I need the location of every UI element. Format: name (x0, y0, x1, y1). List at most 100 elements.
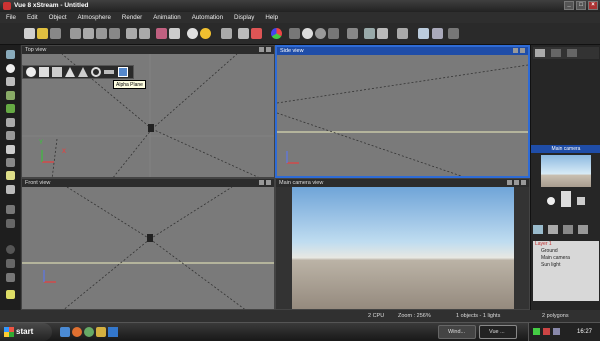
menu-animation[interactable]: Animation (153, 14, 181, 21)
camera-settings-icon[interactable] (514, 180, 519, 185)
layer-item[interactable]: Ground (533, 248, 599, 255)
paste-icon[interactable] (96, 28, 107, 39)
ecosystem-icon[interactable] (6, 205, 15, 214)
volume-icon[interactable] (553, 328, 560, 335)
plane-primitive-icon[interactable] (104, 70, 114, 74)
cube-primitive-icon[interactable] (39, 67, 49, 77)
render-preview-icon[interactable] (507, 180, 512, 185)
new-scene-icon[interactable] (24, 28, 35, 39)
viewport-menu-icon[interactable] (259, 180, 264, 185)
menu-edit[interactable]: Edit (27, 14, 38, 21)
align-icon[interactable] (328, 28, 339, 39)
folder-icon[interactable] (96, 327, 106, 337)
minimize-button[interactable]: _ (564, 1, 574, 10)
cut-icon[interactable] (70, 28, 81, 39)
sphere-icon[interactable] (302, 28, 313, 39)
water-icon[interactable] (6, 145, 15, 154)
undo-icon[interactable] (126, 28, 137, 39)
import-icon[interactable] (6, 273, 15, 282)
copy-icon[interactable] (83, 28, 94, 39)
cylinder-tool-icon[interactable] (6, 77, 15, 86)
layers-icon[interactable] (533, 225, 543, 234)
task-button-wind[interactable]: Wind... (438, 325, 476, 339)
media-icon[interactable] (84, 327, 94, 337)
sun-tool-icon[interactable] (6, 290, 15, 299)
tree-icon[interactable] (6, 104, 15, 113)
start-button[interactable]: start (0, 323, 52, 341)
hypertexture-icon[interactable] (6, 259, 15, 268)
zoom-icon[interactable] (577, 197, 585, 205)
magic-wand-icon[interactable] (238, 28, 249, 39)
delete-icon[interactable] (109, 28, 120, 39)
viewport-menu-icon[interactable] (513, 48, 518, 53)
select-icon[interactable] (6, 50, 15, 59)
camera-list-icon[interactable] (548, 225, 558, 234)
side-viewport[interactable]: Side view (275, 45, 530, 178)
cone-primitive-icon[interactable] (78, 67, 88, 77)
menu-file[interactable]: File (6, 14, 16, 21)
open-scene-icon[interactable] (37, 28, 48, 39)
terrain-icon[interactable] (397, 28, 408, 39)
terrain-tool-icon[interactable] (6, 118, 15, 127)
network-icon[interactable] (533, 328, 540, 335)
browser-icon[interactable] (72, 327, 82, 337)
torus-primitive-icon[interactable] (91, 67, 101, 77)
primitives-icon[interactable] (6, 64, 15, 73)
redo-icon[interactable] (139, 28, 150, 39)
preview-icon[interactable] (418, 28, 429, 39)
show-desktop-icon[interactable] (60, 327, 70, 337)
close-button[interactable]: × (588, 1, 598, 10)
menu-render[interactable]: Render (122, 14, 142, 21)
materials-tab[interactable] (551, 49, 561, 57)
camera-viewport[interactable]: Main camera view (275, 178, 530, 310)
menu-object[interactable]: Object (49, 14, 67, 21)
plant-icon[interactable] (6, 91, 15, 100)
sphere-primitive-icon[interactable] (26, 67, 36, 77)
cylinder-primitive-icon[interactable] (52, 67, 62, 77)
save-scene-icon[interactable] (50, 28, 61, 39)
link-icon[interactable] (578, 225, 588, 234)
layer-item[interactable]: Sun light (533, 262, 599, 269)
render-area-icon[interactable] (169, 28, 180, 39)
material-icon[interactable] (271, 28, 282, 39)
grid-icon[interactable] (347, 28, 358, 39)
layer-item[interactable]: Main camera (533, 255, 599, 262)
point-icon[interactable] (315, 28, 326, 39)
info-icon[interactable] (432, 28, 443, 39)
objects-tab[interactable] (535, 49, 545, 57)
maximize-button[interactable]: □ (576, 1, 586, 10)
menu-display[interactable]: Display (234, 14, 254, 21)
boolean-icon[interactable] (6, 158, 15, 167)
task-button-vue[interactable]: Vue ... (479, 325, 517, 339)
layout-icon[interactable] (448, 28, 459, 39)
text-tool-icon[interactable] (6, 219, 15, 228)
viewport-maximize-icon[interactable] (521, 180, 526, 185)
top-viewport[interactable]: Top view X Y (21, 45, 275, 178)
cloud-icon[interactable] (187, 28, 198, 39)
viewport-maximize-icon[interactable] (520, 48, 525, 53)
edit-object-icon[interactable] (251, 28, 262, 39)
menu-help[interactable]: Help (265, 14, 278, 21)
layer-item[interactable]: Layer 1 (533, 241, 599, 248)
menu-atmosphere[interactable]: Atmosphere (78, 14, 111, 21)
properties-tab[interactable] (567, 49, 577, 57)
camera-move-icon[interactable] (561, 191, 571, 207)
front-viewport[interactable]: Front view (21, 178, 275, 310)
quicklaunch-icon[interactable] (108, 327, 118, 337)
viewport-maximize-icon[interactable] (266, 180, 271, 185)
film-icon[interactable] (563, 225, 573, 234)
light-tool-icon[interactable] (6, 171, 15, 180)
pyramid-primitive-icon[interactable] (65, 67, 75, 77)
menu-automation[interactable]: Automation (192, 14, 223, 21)
render-icon[interactable] (156, 28, 167, 39)
cloud-tool-icon[interactable] (6, 185, 15, 194)
camera-toolbar-icon[interactable] (377, 28, 388, 39)
alpha-plane-icon[interactable] (118, 67, 128, 77)
viewport-menu-icon[interactable] (259, 47, 264, 52)
metablob-icon[interactable] (6, 245, 15, 254)
security-icon[interactable] (543, 328, 550, 335)
sculpt-icon[interactable] (221, 28, 232, 39)
viewport-maximize-icon[interactable] (266, 47, 271, 52)
snap-icon[interactable] (364, 28, 375, 39)
pan-hand-icon[interactable] (547, 197, 555, 205)
